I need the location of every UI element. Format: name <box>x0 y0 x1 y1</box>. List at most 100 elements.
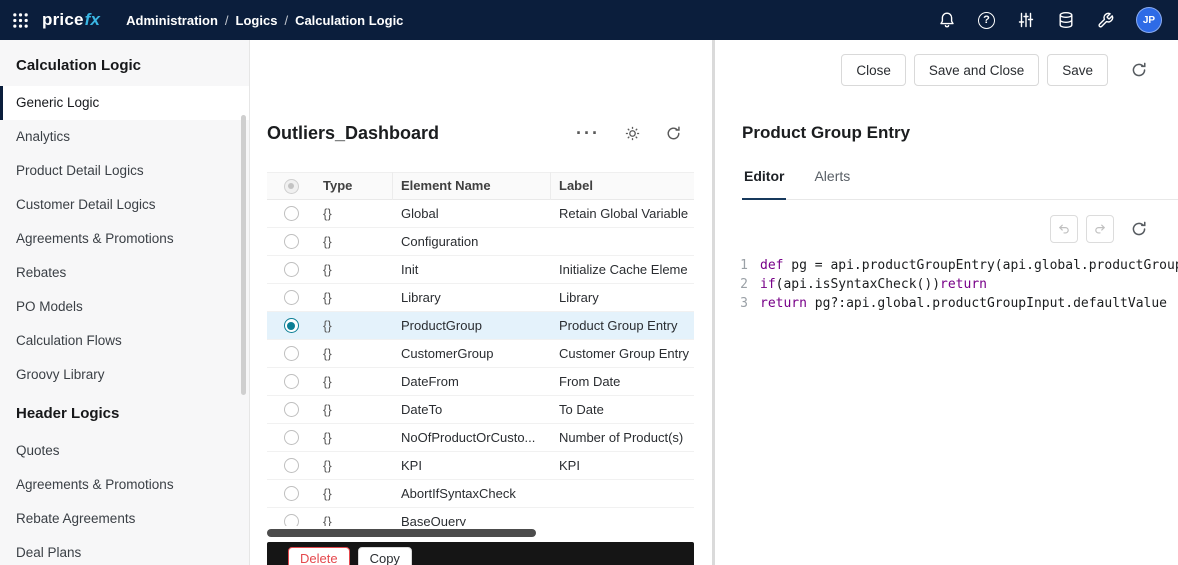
sidebar-item-groovy-library[interactable]: Groovy Library <box>0 358 249 392</box>
cell-type: {} <box>323 289 332 305</box>
breadcrumb-logics[interactable]: Logics <box>236 13 278 28</box>
refresh-icon[interactable] <box>1130 220 1148 238</box>
table-row[interactable]: {} CustomerGroup Customer Group Entry <box>267 340 694 369</box>
row-radio[interactable] <box>283 262 299 278</box>
row-radio[interactable] <box>283 402 299 418</box>
sidebar-item-rebates[interactable]: Rebates <box>0 256 249 290</box>
cell-element-name: BaseQuery <box>401 513 467 527</box>
table-row[interactable]: {} NoOfProductOrCusto... Number of Product… <box>267 424 694 453</box>
list-panel-header: Outliers_Dashboard ··· <box>267 110 694 156</box>
cell-label: Retain Global Variable <box>559 205 689 221</box>
cell-label: To Date <box>559 401 604 417</box>
tab-alerts[interactable]: Alerts <box>812 167 852 199</box>
sidebar-item-product-detail-logics[interactable]: Product Detail Logics <box>0 154 249 188</box>
save-and-close-button[interactable]: Save and Close <box>913 54 1040 86</box>
horizontal-scrollbar-thumb[interactable] <box>267 529 536 538</box>
copy-button[interactable]: Copy <box>357 547 412 565</box>
breadcrumb-separator: / <box>284 12 289 28</box>
database-icon[interactable] <box>1057 11 1075 29</box>
table-row[interactable]: {} ProductGroup Product Group Entry <box>267 312 694 341</box>
code-line: 2 if(api.isSyntaxCheck())return <box>734 275 1178 294</box>
table-row[interactable]: {} Init Initialize Cache Eleme <box>267 256 694 285</box>
redo-icon[interactable] <box>1086 215 1114 243</box>
radio-cell <box>267 424 315 452</box>
table-row[interactable]: {} Configuration <box>267 228 694 257</box>
cell-element-name: ProductGroup <box>401 317 482 333</box>
logo-price: price <box>42 10 84 29</box>
table-row[interactable]: {} DateTo To Date <box>267 396 694 425</box>
sidebar: Calculation Logic Generic Logic Analytics P… <box>0 40 250 565</box>
code-keyword: return <box>760 296 807 311</box>
wrench-icon[interactable] <box>1097 12 1114 29</box>
user-avatar[interactable]: JP <box>1136 7 1162 33</box>
column-header-type: Type <box>315 172 393 201</box>
cell-type: {} <box>323 429 332 445</box>
sidebar-item-agreements-promotions[interactable]: Agreements & Promotions <box>0 222 249 256</box>
code-line: 3 return pg?:api.global.productGroupInput… <box>734 294 1178 313</box>
bell-icon[interactable] <box>938 11 956 29</box>
row-radio[interactable] <box>283 374 299 390</box>
sidebar-item-rebate-agreements[interactable]: Rebate Agreements <box>0 502 249 536</box>
settings-gear-icon[interactable] <box>624 125 641 142</box>
sidebar-item-agreements-promotions[interactable]: Agreements & Promotions <box>0 468 249 502</box>
row-radio[interactable] <box>283 234 299 250</box>
cell-element-name: Library <box>401 289 441 305</box>
row-radio[interactable] <box>283 290 299 306</box>
close-button[interactable]: Close <box>841 54 906 86</box>
sidebar-item-deal-plans[interactable]: Deal Plans <box>0 536 249 565</box>
radio-cell <box>267 396 315 424</box>
sidebar-item-quotes[interactable]: Quotes <box>0 434 249 468</box>
sidebar-item-calculation-flows[interactable]: Calculation Flows <box>0 324 249 358</box>
sidebar-item-po-models[interactable]: PO Models <box>0 290 249 324</box>
sidebar-nav: Calculation Logic Generic Logic Analytics P… <box>0 54 249 565</box>
sidebar-item-generic-logic[interactable]: Generic Logic <box>0 86 249 120</box>
column-header-element-name: Element Name <box>393 172 551 201</box>
row-radio[interactable] <box>283 318 299 334</box>
row-radio[interactable] <box>283 486 299 502</box>
table-row[interactable]: {} Global Retain Global Variable <box>267 200 694 229</box>
radio-cell <box>267 200 315 228</box>
cell-type: {} <box>323 485 332 501</box>
radio-cell <box>267 452 315 480</box>
cell-element-name: NoOfProductOrCusto... <box>401 429 536 445</box>
help-icon[interactable]: ? <box>978 11 995 29</box>
refresh-icon[interactable] <box>665 125 682 142</box>
sidebar-section-title-calculation-logic: Calculation Logic <box>16 57 142 74</box>
line-number: 3 <box>740 296 748 311</box>
logic-elements-panel: Outliers_Dashboard ··· Type Element Name <box>250 40 712 565</box>
table-row[interactable]: {} Library Library <box>267 284 694 313</box>
topbar-right: ? JP <box>938 7 1162 33</box>
code-editor[interactable]: 1 def pg = api.productGroupEntry(api.glob… <box>734 256 1178 313</box>
apps-grid-icon[interactable] <box>12 12 29 29</box>
table-row[interactable]: {} DateFrom From Date <box>267 368 694 397</box>
cell-type: {} <box>323 401 332 417</box>
save-button[interactable]: Save <box>1047 54 1108 86</box>
row-radio[interactable] <box>283 514 299 527</box>
code-token: (api.isSyntaxCheck()) <box>775 277 941 292</box>
delete-button[interactable]: Delete <box>288 547 350 565</box>
row-radio[interactable] <box>283 346 299 362</box>
undo-icon[interactable] <box>1050 215 1078 243</box>
editor-toolbar <box>742 215 1178 243</box>
select-all-radio[interactable] <box>283 178 299 194</box>
sliders-icon[interactable] <box>1017 11 1035 29</box>
breadcrumb-administration[interactable]: Administration <box>126 13 218 28</box>
cell-label: Library <box>559 289 599 305</box>
table-row[interactable]: {} AbortIfSyntaxCheck <box>267 480 694 509</box>
cell-label: Initialize Cache Eleme <box>559 261 688 277</box>
row-radio[interactable] <box>283 458 299 474</box>
tab-editor[interactable]: Editor <box>742 167 787 200</box>
cell-label: KPI <box>559 457 580 473</box>
table-row[interactable]: {} BaseQuery <box>267 508 694 527</box>
refresh-icon[interactable] <box>1130 61 1148 79</box>
sidebar-item-customer-detail-logics[interactable]: Customer Detail Logics <box>0 188 249 222</box>
row-radio[interactable] <box>283 206 299 222</box>
breadcrumb-calculation-logic[interactable]: Calculation Logic <box>295 13 403 28</box>
sidebar-scrollbar-thumb[interactable] <box>241 115 246 395</box>
sidebar-item-analytics[interactable]: Analytics <box>0 120 249 154</box>
more-actions-icon[interactable]: ··· <box>576 124 600 142</box>
element-title: Product Group Entry <box>742 123 911 142</box>
radio-cell <box>267 228 315 256</box>
table-row[interactable]: {} KPI KPI <box>267 452 694 481</box>
row-radio[interactable] <box>283 430 299 446</box>
